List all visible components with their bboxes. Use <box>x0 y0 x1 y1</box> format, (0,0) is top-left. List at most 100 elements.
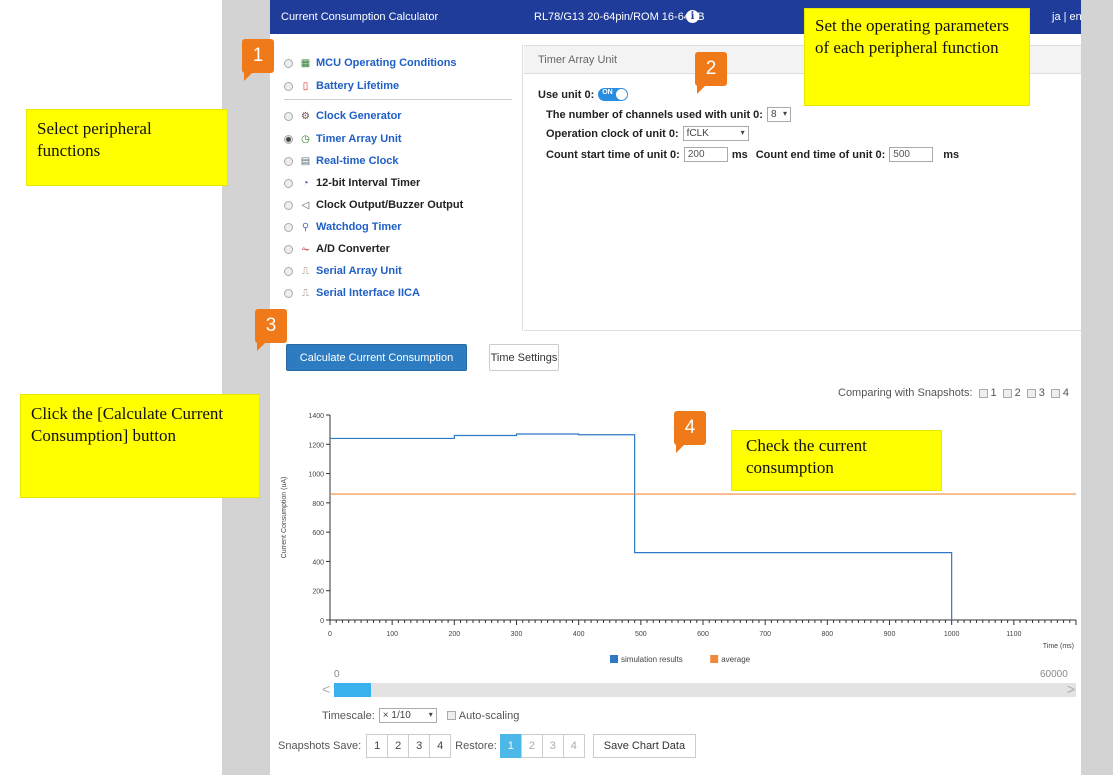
peripheral-radio[interactable] <box>284 134 293 144</box>
toggle-on-text: ON <box>602 89 613 96</box>
peripheral-label: Battery Lifetime <box>316 80 400 92</box>
save-snapshot-4-button[interactable]: 4 <box>429 734 452 758</box>
restore-snapshot-4-button[interactable]: 4 <box>562 734 585 758</box>
step-badge-4: 4 <box>674 411 706 453</box>
peripheral-radio[interactable] <box>284 266 293 276</box>
compare-option-4: 4 <box>1062 387 1070 399</box>
waveform-icon: ⏦ <box>301 243 310 255</box>
peripheral-item[interactable]: ◷ Timer Array Unit <box>284 129 402 149</box>
auto-scaling-label: Auto-scaling <box>458 709 520 722</box>
save-snapshot-2-button[interactable]: 2 <box>387 734 410 758</box>
peripheral-label: Serial Array Unit <box>316 265 402 277</box>
x-tick-label: 200 <box>448 631 460 638</box>
peripheral-item[interactable]: ⏦ A/D Converter <box>284 239 390 259</box>
end-unit: ms <box>943 148 960 161</box>
clock-value: fCLK <box>686 128 709 139</box>
peripheral-radio[interactable] <box>284 111 293 121</box>
compare-checkbox-1[interactable] <box>978 388 988 398</box>
left-margin <box>222 0 270 775</box>
timescale-select[interactable]: × 1/10 ▾ <box>378 708 437 723</box>
peripheral-radio[interactable] <box>284 178 293 188</box>
snapshots-save-label: Snapshots Save: <box>278 740 362 752</box>
peripheral-radio[interactable] <box>284 288 293 298</box>
app-title: Current Consumption Calculator <box>281 11 439 23</box>
scroll-left-arrow[interactable]: < <box>322 681 330 697</box>
y-tick-label: 800 <box>312 501 324 508</box>
peripheral-radio[interactable] <box>284 200 293 210</box>
peripheral-item[interactable]: ◁ Clock Output/Buzzer Output <box>284 195 463 215</box>
peripheral-item[interactable]: ⚙ Clock Generator <box>284 106 402 126</box>
y-tick-label: 200 <box>312 589 324 596</box>
auto-scaling-checkbox[interactable] <box>446 711 456 720</box>
use-unit-label: Use unit 0: <box>538 88 595 101</box>
compare-label: Comparing with Snapshots: <box>838 387 973 399</box>
calculate-button[interactable]: Calculate Current Consumption <box>286 344 467 371</box>
legend-swatch <box>710 655 719 663</box>
screen: Current Consumption Calculator RL78/G13 … <box>0 0 1113 775</box>
save-chart-data-button[interactable]: Save Chart Data <box>592 734 697 758</box>
compare-checkbox-2[interactable] <box>1002 388 1012 398</box>
channels-select[interactable]: 8 ▾ <box>766 107 791 122</box>
save-snapshot-3-button[interactable]: 3 <box>408 734 431 758</box>
peripheral-item[interactable]: ⎍ Serial Array Unit <box>284 261 402 281</box>
clock-select[interactable]: fCLK ▾ <box>682 126 749 141</box>
save-snapshot-1-button[interactable]: 1 <box>366 734 389 758</box>
device-name: RL78/G13 20-64pin/ROM 16-64KB <box>534 11 705 23</box>
x-tick-label: 800 <box>821 631 833 638</box>
start-time-input[interactable]: 200 <box>683 147 728 162</box>
lang-en-link[interactable]: en <box>1070 11 1082 23</box>
peripheral-item[interactable]: ◔ 12-bit Interval Timer <box>284 173 420 193</box>
end-time-input[interactable]: 500 <box>889 147 934 162</box>
legend-swatch <box>610 655 618 663</box>
snapshots-row: Snapshots Save: 1 2 3 4 Restore: 1 2 3 4… <box>278 734 697 758</box>
x-tick-label: 700 <box>759 631 771 638</box>
x-tick-label: 600 <box>697 631 709 638</box>
restore-snapshot-2-button[interactable]: 2 <box>520 734 543 758</box>
peripheral-radio[interactable] <box>284 58 293 68</box>
peripheral-radio[interactable] <box>284 81 293 91</box>
peripheral-label: Watchdog Timer <box>316 221 402 233</box>
dropdown-arrow-icon: ▾ <box>740 128 745 137</box>
x-tick-label: 0 <box>328 631 332 638</box>
peripheral-item[interactable]: ▤ Real-time Clock <box>284 151 399 171</box>
peripheral-radio[interactable] <box>284 156 293 166</box>
right-margin <box>1081 0 1113 775</box>
compare-checkbox-3[interactable] <box>1026 388 1036 398</box>
peripheral-item[interactable]: ▦ MCU Operating Conditions <box>284 53 457 73</box>
legend-label: average <box>721 655 750 664</box>
compare-option-1: 1 <box>990 387 997 399</box>
lang-ja-link[interactable]: ja <box>1052 11 1061 23</box>
peripheral-label: Timer Array Unit <box>316 133 402 145</box>
y-tick-label: 600 <box>312 530 324 537</box>
note-select-peripheral: Select peripheral functions <box>26 109 228 186</box>
x-tick-label: 900 <box>884 631 896 638</box>
use-unit-toggle[interactable]: ON <box>598 88 629 101</box>
compare-option-2: 2 <box>1014 387 1021 399</box>
peripheral-radio[interactable] <box>284 222 293 232</box>
peripheral-radio[interactable] <box>284 244 293 254</box>
y-tick-label: 0 <box>320 618 324 625</box>
time-settings-button[interactable]: Time Settings <box>489 344 559 371</box>
language-switch: ja | en <box>1052 11 1082 23</box>
restore-snapshot-3-button[interactable]: 3 <box>541 734 564 758</box>
y-tick-label: 400 <box>312 559 324 566</box>
x-tick-label: 300 <box>511 631 523 638</box>
info-icon[interactable]: i <box>686 10 699 23</box>
peripheral-item[interactable]: ▯ Battery Lifetime <box>284 76 399 96</box>
restore-snapshot-1-button[interactable]: 1 <box>499 734 522 758</box>
peripheral-item[interactable]: ⚲ Watchdog Timer <box>284 217 402 237</box>
legend-label: simulation results <box>621 655 683 664</box>
time-scrollbar[interactable] <box>334 683 1076 697</box>
clock-label: Operation clock of unit 0: <box>546 127 679 140</box>
scroll-right-arrow[interactable]: > <box>1067 681 1075 697</box>
step-badge-2: 2 <box>695 52 727 94</box>
peripheral-label: MCU Operating Conditions <box>316 57 457 69</box>
scrollbar-thumb[interactable] <box>334 683 371 697</box>
start-label: Count start time of unit 0: <box>546 148 680 161</box>
y-tick-label: 1200 <box>308 442 324 449</box>
compare-checkbox-4[interactable] <box>1050 388 1060 398</box>
serial-icon: ⎍ <box>302 265 309 277</box>
peripheral-item[interactable]: ⎍ Serial Interface IICA <box>284 283 420 303</box>
y-axis-label: Current Consumption (uA) <box>281 477 288 559</box>
x-axis-label: Time (ms) <box>1043 643 1074 650</box>
